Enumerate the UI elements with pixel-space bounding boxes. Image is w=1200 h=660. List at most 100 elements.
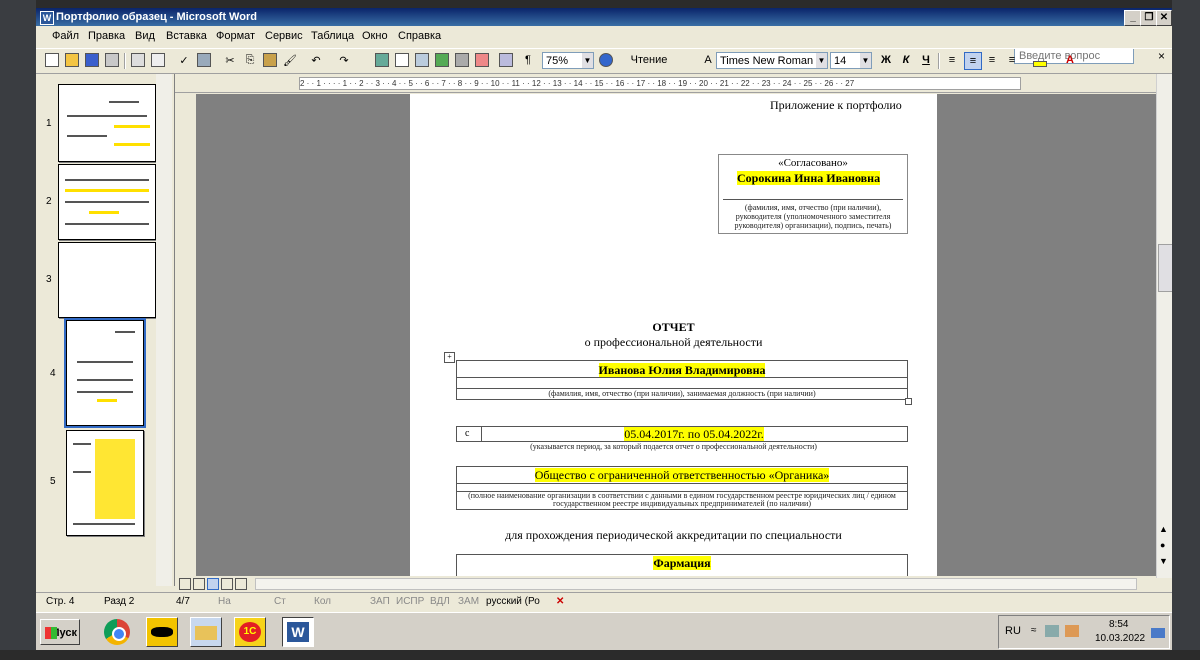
network-icon[interactable] bbox=[1045, 625, 1059, 637]
chevron-down-icon: ▼ bbox=[860, 53, 871, 68]
scroll-down-icon[interactable]: ▼ bbox=[1159, 556, 1168, 566]
status-extend[interactable]: ВДЛ bbox=[430, 596, 450, 607]
thumbnails-scrollbar[interactable] bbox=[156, 74, 172, 586]
drawing-icon[interactable] bbox=[474, 52, 490, 68]
print-preview-icon[interactable] bbox=[150, 52, 166, 68]
approver-caption: (фамилия, имя, отчество (при наличии), р… bbox=[734, 203, 892, 230]
thumbnail-page-1[interactable] bbox=[58, 84, 156, 162]
menu-insert[interactable]: Вставка bbox=[166, 30, 207, 42]
insert-excel-icon[interactable] bbox=[434, 52, 450, 68]
scroll-up-icon[interactable]: ▲ bbox=[1159, 524, 1168, 534]
batman-taskbar-icon[interactable] bbox=[146, 617, 178, 647]
paste-icon[interactable] bbox=[262, 52, 278, 68]
ruler-ticks: 2 · · 1 · · · · 1 · · 2 · · 3 · · 4 · · … bbox=[299, 77, 1021, 90]
thumbnail-page-3[interactable] bbox=[58, 242, 156, 318]
research-icon[interactable] bbox=[196, 52, 212, 68]
save-icon[interactable] bbox=[84, 52, 100, 68]
font-size-value: 14 bbox=[834, 55, 847, 67]
close-button[interactable]: ✕ bbox=[1156, 10, 1172, 26]
font-select[interactable]: Times New Roman ▼ bbox=[716, 52, 828, 69]
menu-file[interactable]: Файл bbox=[52, 30, 79, 42]
period-table: с 05.04.2017г. по 05.04.2022г. bbox=[456, 426, 908, 442]
align-left-icon[interactable]: ≡ bbox=[944, 52, 960, 68]
menu-tools[interactable]: Сервис bbox=[265, 30, 303, 42]
menu-help[interactable]: Справка bbox=[398, 30, 441, 42]
status-track[interactable]: ИСПР bbox=[396, 596, 424, 607]
highlight-icon[interactable] bbox=[1032, 52, 1048, 68]
thumbnail-page-5[interactable] bbox=[66, 430, 144, 536]
print-icon[interactable] bbox=[130, 52, 146, 68]
justify-icon[interactable]: ≡ bbox=[1004, 52, 1020, 68]
print-layout-view-icon[interactable] bbox=[207, 578, 219, 590]
align-center-icon[interactable]: ≡ bbox=[964, 52, 982, 70]
zoom-select[interactable]: 75% ▼ bbox=[542, 52, 594, 69]
columns-icon[interactable] bbox=[454, 52, 470, 68]
status-rec[interactable]: ЗАП bbox=[370, 596, 390, 607]
menu-format[interactable]: Формат bbox=[216, 30, 255, 42]
title-bar[interactable]: W Портфолио образец - Microsoft Word _ ❐… bbox=[36, 8, 1172, 26]
copy-icon[interactable]: ⎘ bbox=[242, 52, 258, 68]
document-map-icon[interactable] bbox=[498, 52, 514, 68]
language-indicator[interactable]: RU bbox=[1005, 625, 1021, 637]
align-right-icon[interactable]: ≡ bbox=[984, 52, 1000, 68]
read-mode-button[interactable]: Чтение bbox=[624, 52, 674, 68]
menu-table[interactable]: Таблица bbox=[311, 30, 354, 42]
vertical-scrollbar[interactable]: ▲ ● ▼ bbox=[1156, 74, 1172, 578]
menu-view[interactable]: Вид bbox=[135, 30, 155, 42]
horizontal-scrollbar[interactable] bbox=[255, 578, 1137, 590]
document-page[interactable]: Приложение к портфолио «Согласовано» Сор… bbox=[410, 94, 937, 576]
normal-view-icon[interactable] bbox=[179, 578, 191, 590]
tables-borders-icon[interactable] bbox=[394, 52, 410, 68]
font-size-select[interactable]: 14 ▼ bbox=[830, 52, 872, 69]
permission-icon[interactable] bbox=[104, 52, 120, 68]
hyperlink-icon[interactable] bbox=[374, 52, 390, 68]
word-taskbar-icon[interactable]: W bbox=[282, 617, 314, 647]
undo-icon[interactable]: ↶ bbox=[308, 52, 324, 68]
open-icon[interactable] bbox=[64, 52, 80, 68]
bold-button[interactable]: Ж bbox=[878, 52, 894, 68]
signature-line bbox=[723, 199, 903, 200]
organization-table: Общество с ограниченной ответственностью… bbox=[456, 466, 908, 510]
folder-taskbar-icon[interactable] bbox=[190, 617, 222, 647]
menu-window[interactable]: Окно bbox=[362, 30, 388, 42]
thumbnail-page-2[interactable] bbox=[58, 164, 156, 240]
italic-button[interactable]: К bbox=[898, 52, 914, 68]
cut-icon[interactable]: ✂ bbox=[222, 52, 238, 68]
reading-view-icon[interactable] bbox=[235, 578, 247, 590]
menu-edit[interactable]: Правка bbox=[88, 30, 125, 42]
clock-date[interactable]: 10.03.2022 bbox=[1095, 633, 1145, 644]
select-browse-object-icon[interactable]: ● bbox=[1160, 540, 1165, 550]
underline-button[interactable]: Ч bbox=[918, 52, 934, 68]
person-table: Иванова Юлия Владимировна (фамилия, имя,… bbox=[456, 360, 908, 400]
security-icon[interactable] bbox=[1065, 625, 1079, 637]
toolbar: ✓ ✂ ⎘ 🖌 ↶ ↷ ¶ 75% ▼ Чтение A Times New Ro… bbox=[36, 48, 1172, 74]
show-formatting-icon[interactable]: ¶ bbox=[520, 52, 536, 68]
web-view-icon[interactable] bbox=[193, 578, 205, 590]
scrollbar-thumb[interactable] bbox=[1158, 244, 1172, 292]
notification-icon[interactable] bbox=[1151, 628, 1165, 638]
tray-expand-icon[interactable]: ≈ bbox=[1031, 625, 1037, 636]
thumb-number: 3 bbox=[46, 274, 52, 285]
clock-time[interactable]: 8:54 bbox=[1109, 619, 1128, 630]
outline-view-icon[interactable] bbox=[221, 578, 233, 590]
status-overtype[interactable]: ЗАМ bbox=[458, 596, 479, 607]
table-move-handle-icon[interactable]: + bbox=[444, 352, 455, 363]
background-left bbox=[0, 0, 36, 660]
redo-icon[interactable]: ↷ bbox=[336, 52, 352, 68]
insert-table-icon[interactable] bbox=[414, 52, 430, 68]
1c-taskbar-icon[interactable]: 1С bbox=[234, 617, 266, 647]
styles-icon[interactable]: A bbox=[700, 52, 716, 68]
format-painter-icon[interactable]: 🖌 bbox=[282, 52, 298, 68]
spelling-status-icon[interactable]: ✕ bbox=[556, 596, 564, 607]
thumbnails-pane: 1 2 3 4 5 bbox=[36, 74, 175, 586]
help-icon[interactable] bbox=[598, 52, 614, 68]
person-caption: (фамилия, имя, отчество (при наличии), з… bbox=[548, 389, 816, 398]
horizontal-ruler[interactable]: 2 · · 1 · · · · 1 · · 2 · · 3 · · 4 · · … bbox=[175, 74, 1156, 93]
chrome-taskbar-icon[interactable] bbox=[102, 617, 134, 647]
font-color-icon[interactable]: A bbox=[1062, 52, 1078, 68]
spelling-icon[interactable]: ✓ bbox=[176, 52, 192, 68]
thumbnail-page-4[interactable] bbox=[64, 318, 146, 428]
new-document-icon[interactable] bbox=[44, 52, 60, 68]
table-resize-handle[interactable] bbox=[905, 398, 912, 405]
start-button[interactable]: Пуск bbox=[40, 619, 80, 645]
